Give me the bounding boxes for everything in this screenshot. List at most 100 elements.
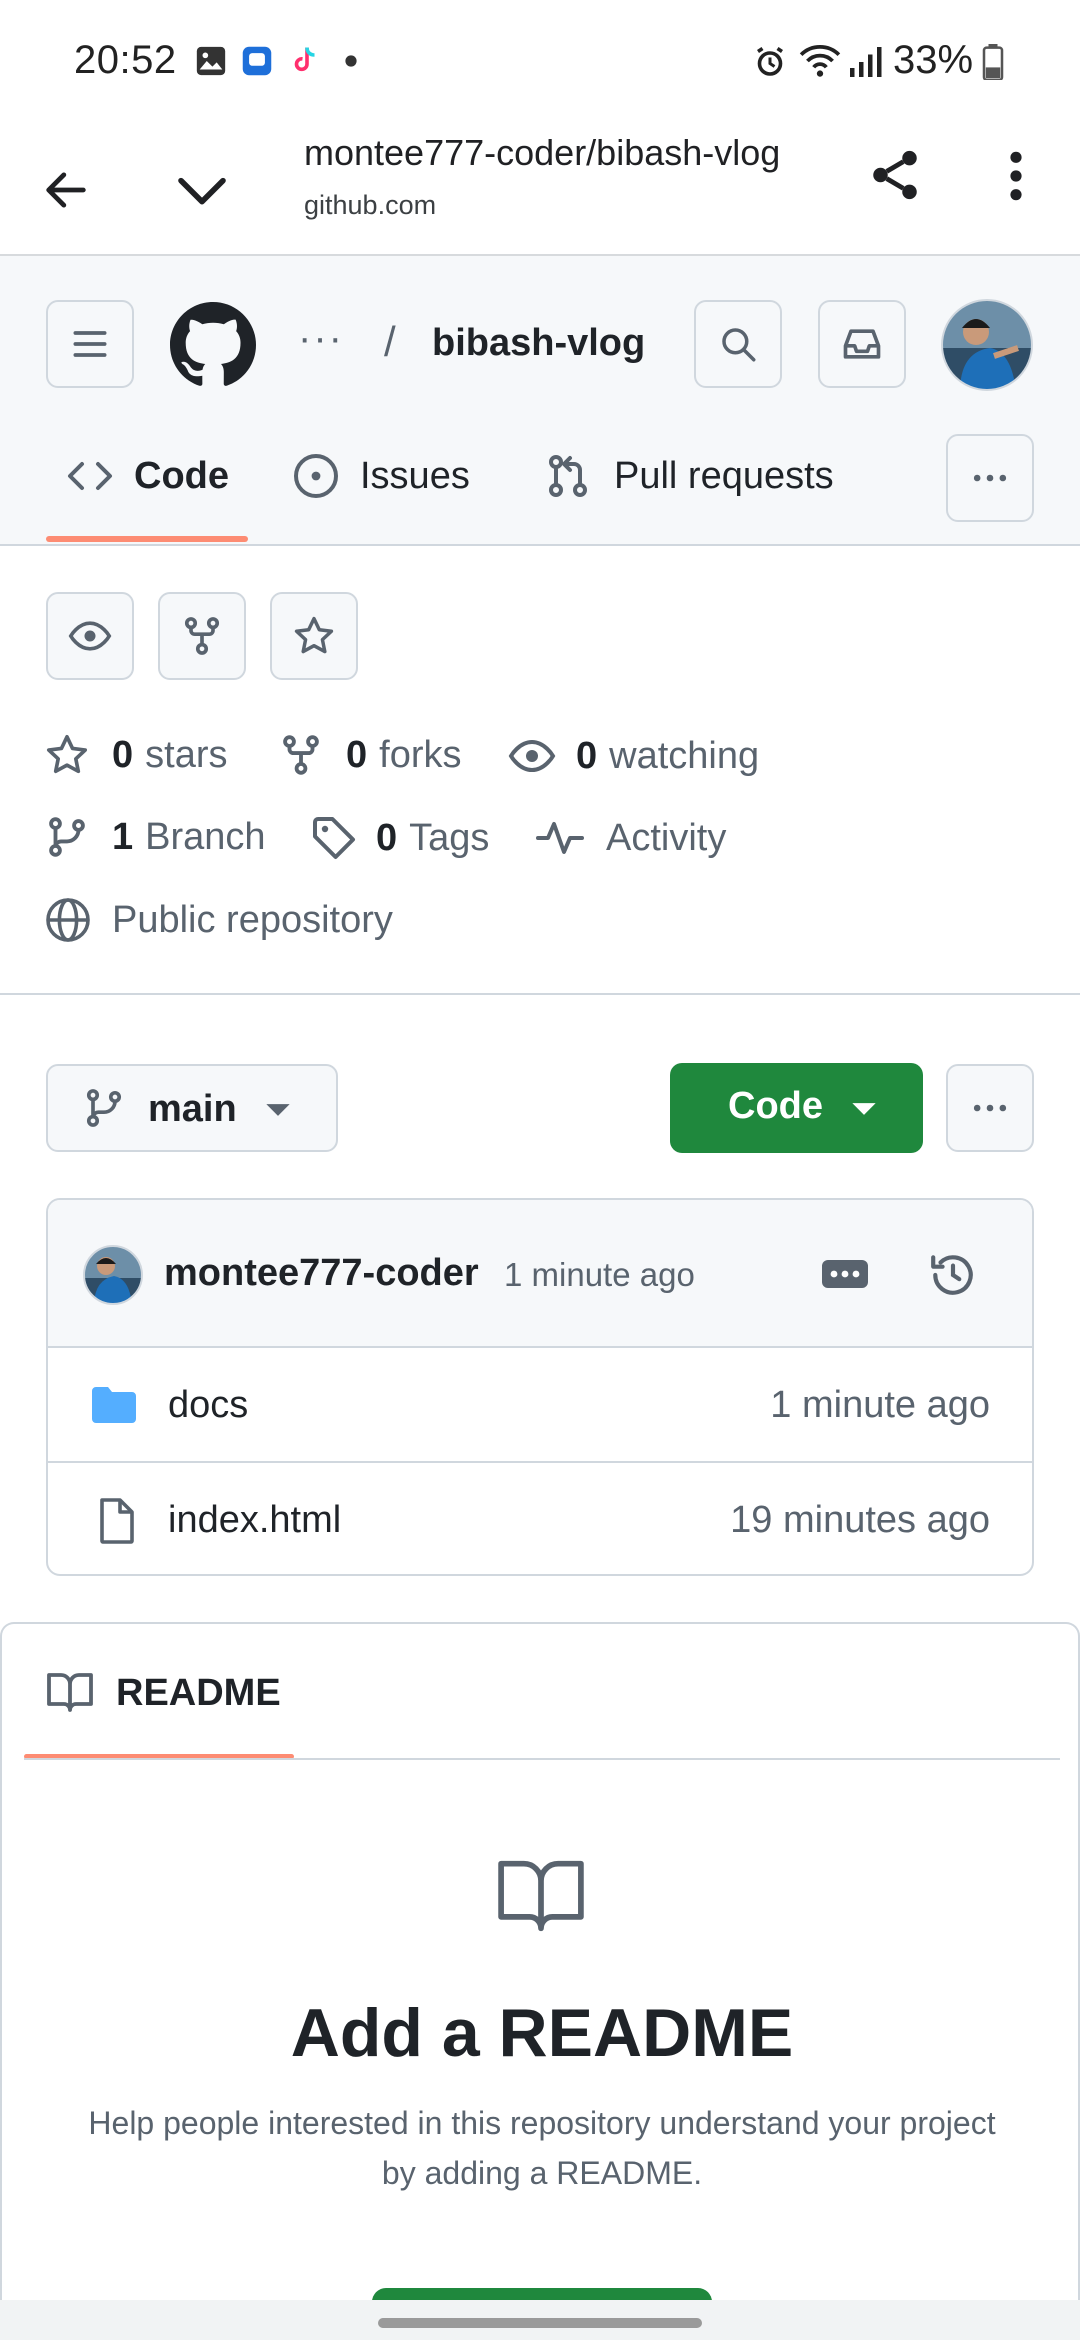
forks-count: 0 bbox=[346, 733, 368, 776]
tab-issues-label: Issues bbox=[360, 454, 470, 497]
file-icon bbox=[100, 1498, 134, 1544]
file-name[interactable]: docs bbox=[168, 1384, 248, 1427]
file-time[interactable]: 1 minute ago bbox=[770, 1384, 990, 1427]
watching-count: 0 bbox=[576, 734, 598, 777]
readme-empty-description-line2: by adding a README. bbox=[381, 2155, 703, 2191]
gesture-handle[interactable] bbox=[378, 2318, 702, 2328]
book-icon bbox=[47, 1673, 93, 1712]
alarm-icon bbox=[757, 47, 783, 76]
folder-icon bbox=[92, 1387, 136, 1423]
file-name[interactable]: index.html bbox=[168, 1499, 341, 1542]
tiktok-notification-icon bbox=[294, 47, 315, 72]
tags-count: 0 bbox=[376, 816, 398, 859]
readme-panel: README Add a README Help people interest… bbox=[0, 1622, 1080, 2318]
code-button-label: Code bbox=[728, 1085, 823, 1127]
git-pull-request-icon bbox=[549, 455, 587, 497]
user-avatar[interactable] bbox=[940, 298, 1034, 392]
file-row[interactable]: index.html 19 minutes ago bbox=[48, 1463, 1032, 1574]
inbox-button[interactable] bbox=[818, 300, 906, 388]
activity-link[interactable]: Activity bbox=[536, 814, 726, 862]
watching-label: watching bbox=[609, 734, 760, 777]
branches-link[interactable]: 1 Branch bbox=[44, 814, 266, 860]
tag-icon bbox=[313, 817, 355, 859]
app-notification-icon bbox=[242, 46, 272, 76]
book-icon bbox=[498, 1860, 584, 1932]
star-button[interactable] bbox=[270, 592, 358, 680]
star-icon bbox=[46, 734, 88, 774]
tags-link[interactable]: 0 Tags bbox=[310, 814, 489, 862]
tab-code-label: Code bbox=[134, 454, 229, 497]
tab-pull-requests-label: Pull requests bbox=[614, 454, 834, 497]
repo-forked-icon bbox=[184, 617, 220, 655]
tab-code[interactable]: Code bbox=[66, 452, 229, 500]
github-header: ··· / bibash-vlog Code Issues Pull reque… bbox=[0, 256, 1080, 546]
battery-icon bbox=[982, 44, 1004, 80]
latest-commit-row: montee777-coder 1 minute ago bbox=[48, 1200, 1032, 1348]
tab-pull-requests[interactable]: Pull requests bbox=[544, 452, 834, 500]
commit-author[interactable]: montee777-coder bbox=[164, 1252, 479, 1295]
system-navigation-bar bbox=[0, 2300, 1080, 2340]
visibility-text: Public repository bbox=[112, 898, 393, 941]
status-time: 20:52 bbox=[74, 38, 177, 82]
page-title[interactable]: montee777-coder/bibash-vlog bbox=[304, 132, 780, 174]
commit-message-toggle[interactable] bbox=[822, 1260, 868, 1288]
more-actions-button[interactable] bbox=[946, 1064, 1034, 1152]
eye-icon bbox=[68, 621, 112, 651]
readme-divider bbox=[24, 1758, 1060, 1760]
tab-issues[interactable]: Issues bbox=[292, 452, 470, 500]
code-dropdown-button[interactable]: Code bbox=[670, 1063, 923, 1153]
stars-link[interactable]: 0 stars bbox=[44, 732, 228, 778]
watch-button[interactable] bbox=[46, 592, 134, 680]
inbox-icon bbox=[843, 329, 881, 359]
issue-opened-icon bbox=[294, 454, 338, 498]
more-tabs-button[interactable] bbox=[946, 434, 1034, 522]
caret-down-icon bbox=[266, 1104, 290, 1116]
breadcrumb-ellipsis[interactable]: ··· bbox=[298, 316, 344, 361]
stars-label: stars bbox=[145, 733, 228, 776]
forks-link[interactable]: 0 forks bbox=[278, 732, 462, 778]
git-branch-icon bbox=[49, 817, 85, 857]
activity-label: Activity bbox=[606, 816, 727, 859]
ellipsis-icon bbox=[830, 1270, 860, 1278]
search-icon bbox=[722, 328, 756, 362]
globe-icon bbox=[46, 898, 90, 942]
share-icon[interactable] bbox=[866, 146, 924, 204]
wifi-icon bbox=[799, 45, 841, 77]
browser-toolbar: montee777-coder/bibash-vlog github.com bbox=[0, 120, 1080, 256]
branch-selector[interactable]: main bbox=[46, 1064, 338, 1152]
file-row[interactable]: docs 1 minute ago bbox=[48, 1348, 1032, 1463]
history-icon[interactable] bbox=[928, 1250, 978, 1300]
chevron-down-icon[interactable] bbox=[174, 168, 230, 212]
readme-tab-label[interactable]: README bbox=[116, 1672, 281, 1715]
watching-link[interactable]: 0 watching bbox=[508, 732, 759, 780]
code-icon bbox=[68, 462, 112, 490]
git-branch-icon bbox=[86, 1089, 122, 1127]
github-logo-icon[interactable] bbox=[170, 302, 256, 388]
fork-button[interactable] bbox=[158, 592, 246, 680]
tags-label: Tags bbox=[409, 816, 490, 859]
forks-label: forks bbox=[379, 733, 462, 776]
file-time[interactable]: 19 minutes ago bbox=[730, 1499, 990, 1542]
author-avatar[interactable] bbox=[82, 1244, 144, 1306]
repo-name[interactable]: bibash-vlog bbox=[432, 322, 645, 365]
stars-count: 0 bbox=[112, 733, 134, 776]
readme-empty-description-line1: Help people interested in this repositor… bbox=[88, 2105, 996, 2141]
menu-button[interactable] bbox=[46, 300, 134, 388]
cellular-signal-icon bbox=[850, 47, 882, 77]
branch-count: 1 bbox=[112, 815, 134, 858]
more-vertical-icon[interactable] bbox=[1000, 148, 1032, 204]
hamburger-icon bbox=[73, 331, 107, 357]
page-domain[interactable]: github.com bbox=[304, 190, 436, 221]
back-arrow-icon[interactable] bbox=[40, 164, 92, 216]
kebab-horizontal-icon bbox=[973, 1104, 1007, 1112]
pulse-icon bbox=[536, 822, 584, 854]
caret-down-icon bbox=[852, 1103, 876, 1115]
section-divider bbox=[0, 993, 1080, 995]
file-table: montee777-coder 1 minute ago docs 1 minu… bbox=[46, 1198, 1034, 1576]
more-notifications-dot-icon bbox=[345, 55, 357, 67]
commit-time[interactable]: 1 minute ago bbox=[504, 1256, 695, 1294]
search-button[interactable] bbox=[694, 300, 782, 388]
status-bar: 20:52 33% bbox=[0, 0, 1080, 120]
selected-tab-indicator bbox=[46, 536, 248, 542]
branch-label: Branch bbox=[145, 815, 266, 858]
